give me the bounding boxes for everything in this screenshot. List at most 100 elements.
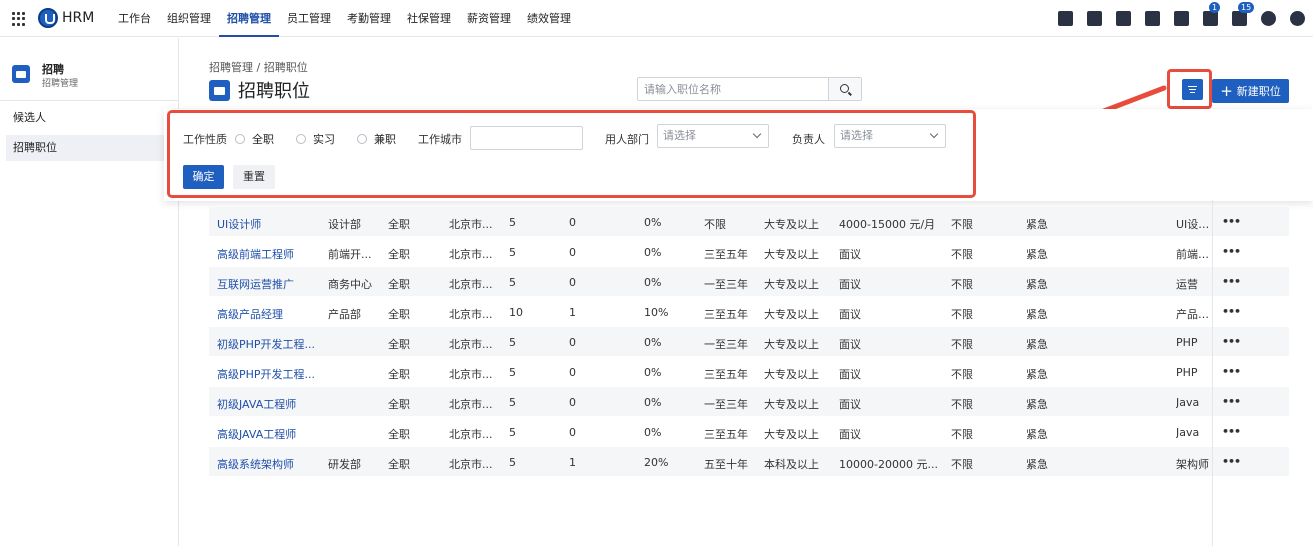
search-icon[interactable]: [828, 78, 861, 100]
table-cell: 5: [509, 426, 516, 439]
table-cell: 北京市...: [449, 308, 493, 321]
sidebar-item-candidates[interactable]: 候选人: [6, 105, 164, 131]
positions-table: UI设计师 设计部 全职 北京市... 5 0 0% 不限 大专及以上 4000-15000 元/…: [209, 207, 1289, 477]
nav-item[interactable]: 薪资管理: [459, 0, 519, 37]
nav-item[interactable]: 组织管理: [159, 0, 219, 37]
more-actions-icon[interactable]: •••: [1222, 245, 1241, 258]
nav-item[interactable]: 招聘管理: [219, 0, 279, 37]
table-cell: 紧急: [1026, 428, 1048, 441]
table-cell: 三至五年: [704, 428, 748, 441]
more-actions-icon[interactable]: •••: [1222, 455, 1241, 468]
table-cell: 北京市...: [449, 278, 493, 291]
table-cell: 一至三年: [704, 338, 748, 351]
more-actions-icon[interactable]: •••: [1222, 305, 1241, 318]
position-name-link[interactable]: 高级前端工程师: [217, 246, 294, 262]
user-icon[interactable]: [1087, 11, 1102, 26]
table-cell: 0%: [644, 396, 662, 409]
table-cell: 本科及以上: [764, 458, 819, 471]
more-actions-icon[interactable]: •••: [1222, 395, 1241, 408]
more-actions-icon[interactable]: •••: [1222, 425, 1241, 438]
nav-item[interactable]: 员工管理: [279, 0, 339, 37]
more-actions-icon[interactable]: •••: [1222, 365, 1241, 378]
table-cell: 北京市...: [449, 338, 493, 351]
table-cell: 大专及以上: [764, 398, 819, 411]
position-name-link[interactable]: 高级产品经理: [217, 306, 283, 322]
new-position-button[interactable]: + 新建职位: [1212, 79, 1289, 103]
table-cell: 不限: [951, 308, 973, 321]
table-cell: 0%: [644, 276, 662, 289]
table-cell: 0%: [644, 216, 662, 229]
main-nav: 工作台 组织管理 招聘管理 员工管理 考勤管理 社保管理 薪资管理 绩效管理: [110, 0, 579, 37]
table-cell: 4000-15000 元/月: [839, 218, 936, 231]
sidebar-item-positions[interactable]: 招聘职位: [6, 135, 164, 161]
help-icon[interactable]: [1261, 11, 1276, 26]
nav-item[interactable]: 社保管理: [399, 0, 459, 37]
table-cell: 运营: [1176, 278, 1198, 291]
table-cell: 大专及以上: [764, 338, 819, 351]
table-cell: 0: [569, 366, 576, 379]
bell-icon[interactable]: 15: [1232, 2, 1255, 26]
sidebar-title: 招聘: [42, 63, 64, 76]
more-actions-icon[interactable]: •••: [1222, 215, 1241, 228]
table-cell: 20%: [644, 456, 669, 469]
table-cell: 10: [509, 306, 523, 319]
table-cell: 不限: [951, 368, 973, 381]
more-actions-icon[interactable]: •••: [1222, 275, 1241, 288]
table-cell: 不限: [951, 458, 973, 471]
briefcase-icon: [209, 79, 230, 101]
phone-icon[interactable]: [1145, 11, 1160, 26]
divider: [1212, 200, 1213, 546]
table-cell: 大专及以上: [764, 368, 819, 381]
table-cell: 五至十年: [704, 458, 748, 471]
document-icon[interactable]: [1116, 11, 1131, 26]
table-cell: 全职: [388, 278, 410, 291]
table-cell: 0: [569, 426, 576, 439]
more-actions-icon[interactable]: •••: [1222, 335, 1241, 348]
position-name-link[interactable]: 初级JAVA工程师: [217, 396, 296, 412]
position-name-link[interactable]: 高级JAVA工程师: [217, 426, 296, 442]
position-name-link[interactable]: 高级PHP开发工程...: [217, 366, 315, 382]
table-cell: 面议: [839, 338, 861, 351]
table-cell: 5: [509, 366, 516, 379]
table-cell: 研发部: [328, 458, 361, 471]
table-cell: 0: [569, 246, 576, 259]
task-icon[interactable]: [1058, 11, 1073, 26]
table-cell: 前端开...: [328, 248, 372, 261]
nav-item[interactable]: 工作台: [110, 0, 159, 37]
table-cell: 5: [509, 276, 516, 289]
position-name-link[interactable]: 高级系统架构师: [217, 456, 294, 472]
table-cell: 紧急: [1026, 368, 1048, 381]
nav-item[interactable]: 绩效管理: [519, 0, 579, 37]
table-cell: 全职: [388, 248, 410, 261]
filter-highlight-box: [167, 110, 976, 198]
sidebar-subtitle: 招聘管理: [42, 79, 79, 89]
table-cell: 紧急: [1026, 218, 1048, 231]
brand-name: HRM: [62, 10, 95, 26]
notification-badge: 1: [1209, 2, 1221, 13]
table-row: 初级JAVA工程师 全职 北京市... 5 0 0% 一至三年 大专及以上 面议 不限 紧急 Java…: [209, 387, 1289, 417]
position-name-link[interactable]: 互联网运营推广: [217, 276, 294, 292]
table-cell: 面议: [839, 428, 861, 441]
table-cell: Java: [1176, 396, 1200, 409]
table-cell: 0: [569, 396, 576, 409]
table-row: 高级产品经理 产品部 全职 北京市... 10 1 10% 三至五年 大专及以上 面议 不限 紧急 产品…: [209, 297, 1289, 327]
calendar-icon[interactable]: [1174, 11, 1189, 26]
settings-icon[interactable]: [1290, 11, 1305, 26]
search-input[interactable]: [638, 78, 828, 100]
table-cell: 5: [509, 456, 516, 469]
top-bar: HRM 工作台 组织管理 招聘管理 员工管理 考勤管理 社保管理 薪资管理 绩效管理 1 15: [0, 0, 1313, 37]
flag-icon[interactable]: 1: [1203, 2, 1221, 26]
new-position-label: 新建职位: [1236, 85, 1281, 98]
table-cell: 紧急: [1026, 278, 1048, 291]
table-cell: 0%: [644, 366, 662, 379]
table-cell: 北京市...: [449, 428, 493, 441]
table-cell: 全职: [388, 218, 410, 231]
table-cell: 面议: [839, 248, 861, 261]
table-cell: 大专及以上: [764, 218, 819, 231]
sidebar: 招聘 招聘管理 候选人 招聘职位: [0, 38, 179, 546]
position-name-link[interactable]: UI设计师: [217, 216, 261, 232]
table-cell: 产品经理: [1176, 308, 1216, 321]
app-grid-icon[interactable]: [12, 12, 26, 26]
position-name-link[interactable]: 初级PHP开发工程...: [217, 336, 315, 352]
nav-item[interactable]: 考勤管理: [339, 0, 399, 37]
